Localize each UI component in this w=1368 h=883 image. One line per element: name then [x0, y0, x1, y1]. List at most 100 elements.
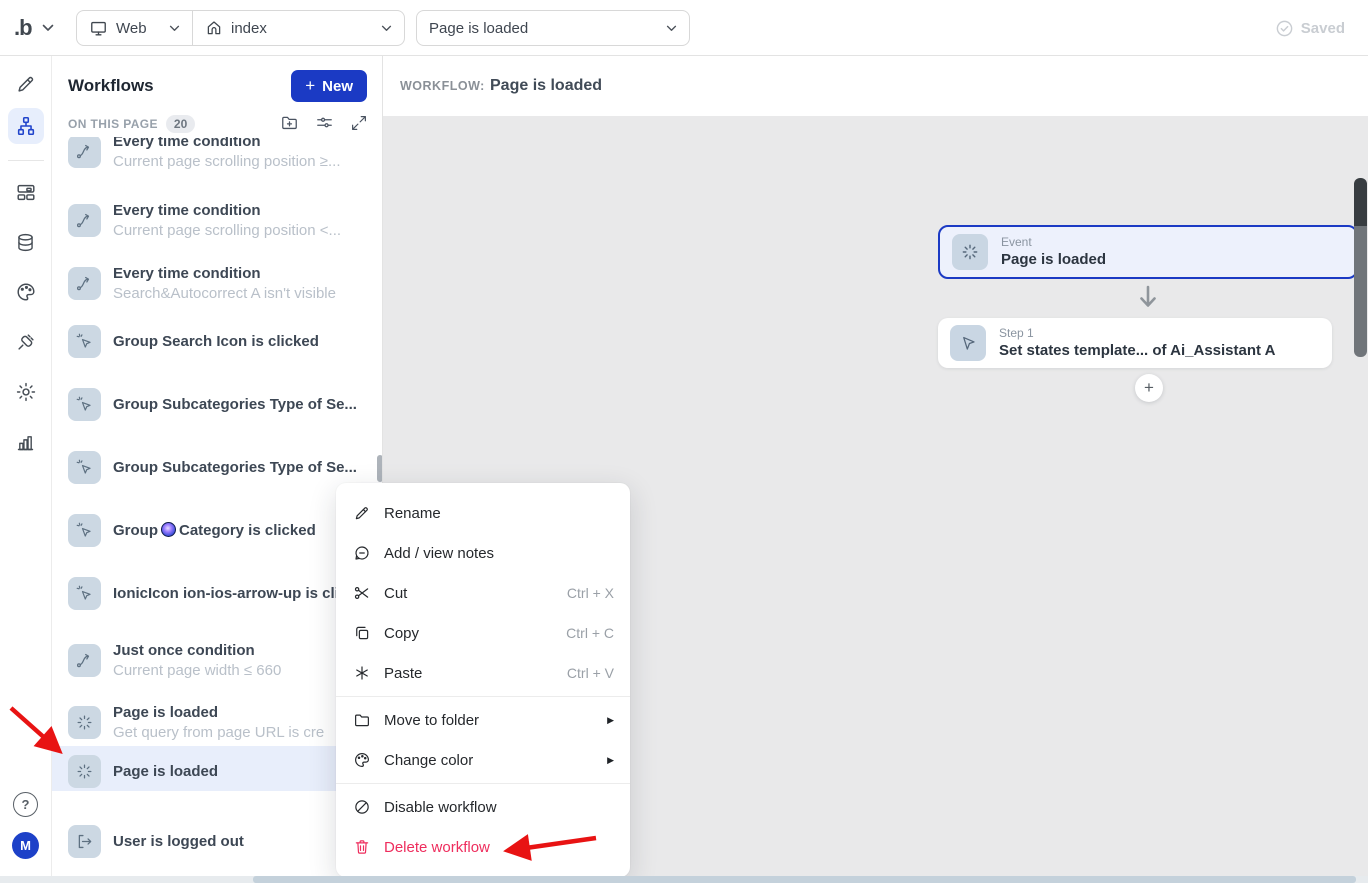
- menu-item-move-to-folder[interactable]: Move to folder ▶: [336, 700, 630, 740]
- menu-item-label: Delete workflow: [384, 839, 490, 856]
- menu-item-delete-workflow[interactable]: Delete workflow: [336, 827, 630, 867]
- workflow-item[interactable]: GroupCategory is clicked: [52, 514, 383, 547]
- logout-icon: [68, 825, 101, 858]
- panel-scrollbar-thumb[interactable]: [377, 455, 383, 482]
- workflow-item[interactable]: User is logged out: [52, 825, 383, 858]
- cursor-click-icon: [68, 388, 101, 421]
- workflow-header-label: WORKFLOW:: [400, 79, 485, 93]
- new-workflow-button[interactable]: + New: [291, 70, 367, 102]
- menu-item-disable-workflow[interactable]: Disable workflow: [336, 787, 630, 827]
- workflows-panel-header: Workflows + New ON THIS PAGE 20: [52, 56, 382, 137]
- cursor-icon: [950, 325, 986, 361]
- menu-item-label: Disable workflow: [384, 799, 497, 816]
- horizontal-scrollbar-thumb[interactable]: [253, 876, 1356, 883]
- cursor-click-icon: [68, 514, 101, 547]
- workflow-item[interactable]: IonicIcon ion-ios-arrow-up is cli: [52, 577, 383, 610]
- workflow-item[interactable]: Just once conditionCurrent page width ≤ …: [52, 640, 383, 681]
- category-orb-image: [161, 522, 176, 537]
- workflow-item[interactable]: Group Subcategories Type of Se...: [52, 388, 383, 421]
- rail-item-design[interactable]: [8, 66, 44, 102]
- step-node-kind: Step 1: [999, 326, 1275, 341]
- workflow-item[interactable]: Every time conditionSearch&Autocorrect A…: [52, 263, 383, 304]
- palette-icon: [15, 281, 37, 303]
- workflow-item[interactable]: Group Subcategories Type of Se...: [52, 451, 383, 484]
- palette-icon: [352, 751, 372, 769]
- condition-icon: [68, 644, 101, 677]
- gear-icon: [15, 381, 37, 403]
- horizontal-scrollbar[interactable]: [0, 876, 1368, 883]
- workflow-item-selected[interactable]: Page is loaded: [52, 746, 383, 791]
- top-bar: .b Web index: [0, 0, 1368, 56]
- add-step-button[interactable]: +: [1135, 374, 1163, 402]
- menu-item-cut[interactable]: Cut Ctrl + X: [336, 573, 630, 613]
- workflow-item-title: Every time condition: [113, 200, 341, 221]
- workflow-item[interactable]: Group Search Icon is clicked: [52, 325, 383, 358]
- plus-icon: +: [305, 76, 315, 96]
- menu-item-label: Change color: [384, 752, 473, 769]
- workflow-item[interactable]: Every time conditionCurrent page scrolli…: [52, 200, 383, 241]
- rail-divider: [8, 160, 44, 161]
- new-folder-button[interactable]: [280, 113, 299, 132]
- workflow-item-subtitle: Current page width ≤ 660: [113, 661, 281, 681]
- rail-item-styles[interactable]: [8, 274, 44, 310]
- workflow-dropdown[interactable]: Page is loaded: [416, 10, 690, 46]
- menu-item-label: Rename: [384, 505, 441, 522]
- workflow-item-subtitle: Current page scrolling position <...: [113, 221, 341, 241]
- workflow-item-title: IonicIcon ion-ios-arrow-up is cli: [113, 583, 339, 604]
- menu-item-rename[interactable]: Rename: [336, 493, 630, 533]
- rail-item-workflows[interactable]: [8, 108, 44, 144]
- workflow-dropdown-label: Page is loaded: [429, 20, 528, 37]
- rail-item-logs[interactable]: [8, 424, 44, 460]
- condition-icon: [68, 135, 101, 168]
- menu-divider: [336, 696, 630, 697]
- help-button[interactable]: ?: [13, 792, 38, 817]
- step-node[interactable]: Step 1 Set states template... of Ai_Assi…: [938, 318, 1332, 368]
- menu-item-change-color[interactable]: Change color ▶: [336, 740, 630, 780]
- event-node-kind: Event: [1001, 235, 1106, 250]
- workflow-item-title: User is logged out: [113, 831, 244, 852]
- save-status-label: Saved: [1301, 20, 1345, 37]
- event-node[interactable]: Event Page is loaded: [938, 225, 1358, 279]
- workflow-item-title: GroupCategory is clicked: [113, 520, 316, 541]
- platform-dropdown[interactable]: Web: [77, 11, 193, 45]
- page-dropdown[interactable]: index: [193, 11, 404, 45]
- workflow-item[interactable]: Page is loadedGet query from page URL is…: [52, 702, 383, 743]
- page-load-icon: [68, 755, 101, 788]
- menu-item-label: Add / view notes: [384, 545, 494, 562]
- check-circle-icon: [1275, 19, 1294, 38]
- event-node-title: Page is loaded: [1001, 250, 1106, 269]
- expand-icon[interactable]: [350, 113, 368, 132]
- workflow-item-subtitle: Current page scrolling position ≥...: [113, 152, 341, 172]
- menu-item-label: Cut: [384, 585, 407, 602]
- menu-item-copy[interactable]: Copy Ctrl + C: [336, 613, 630, 653]
- canvas-scrollbar-track[interactable]: [1354, 226, 1367, 357]
- rail-item-settings[interactable]: [8, 374, 44, 410]
- disable-icon: [352, 798, 372, 816]
- platform-label: Web: [116, 20, 147, 37]
- cursor-click-icon: [68, 577, 101, 610]
- app-logo-menu[interactable]: .b: [14, 0, 54, 56]
- condition-icon: [68, 267, 101, 300]
- page-label: index: [231, 20, 267, 37]
- rail-item-plugins[interactable]: [8, 324, 44, 360]
- condition-icon: [68, 204, 101, 237]
- workflow-item-title: Group Search Icon is clicked: [113, 331, 319, 352]
- workflow-count-badge: 20: [166, 115, 195, 133]
- workflow-item[interactable]: Every time conditionCurrent page scrolli…: [52, 131, 383, 172]
- chevron-down-icon: [42, 24, 54, 32]
- rail-item-reusables[interactable]: [8, 174, 44, 210]
- canvas-scrollbar-thumb[interactable]: [1354, 178, 1367, 226]
- menu-item-shortcut: Ctrl + C: [566, 625, 614, 641]
- submenu-arrow-icon: ▶: [607, 715, 614, 726]
- menu-item-label: Move to folder: [384, 712, 479, 729]
- left-rail: ? M: [0, 56, 52, 883]
- monitor-icon: [89, 19, 108, 38]
- workflow-item-subtitle: Get query from page URL is cre: [113, 723, 324, 743]
- menu-item-add-notes[interactable]: Add / view notes: [336, 533, 630, 573]
- filters-icon[interactable]: [315, 113, 334, 132]
- bar-chart-icon: [15, 432, 36, 453]
- user-avatar[interactable]: M: [12, 832, 39, 859]
- rail-item-data[interactable]: [8, 224, 44, 260]
- menu-item-paste[interactable]: Paste Ctrl + V: [336, 653, 630, 693]
- section-label: ON THIS PAGE: [68, 117, 158, 131]
